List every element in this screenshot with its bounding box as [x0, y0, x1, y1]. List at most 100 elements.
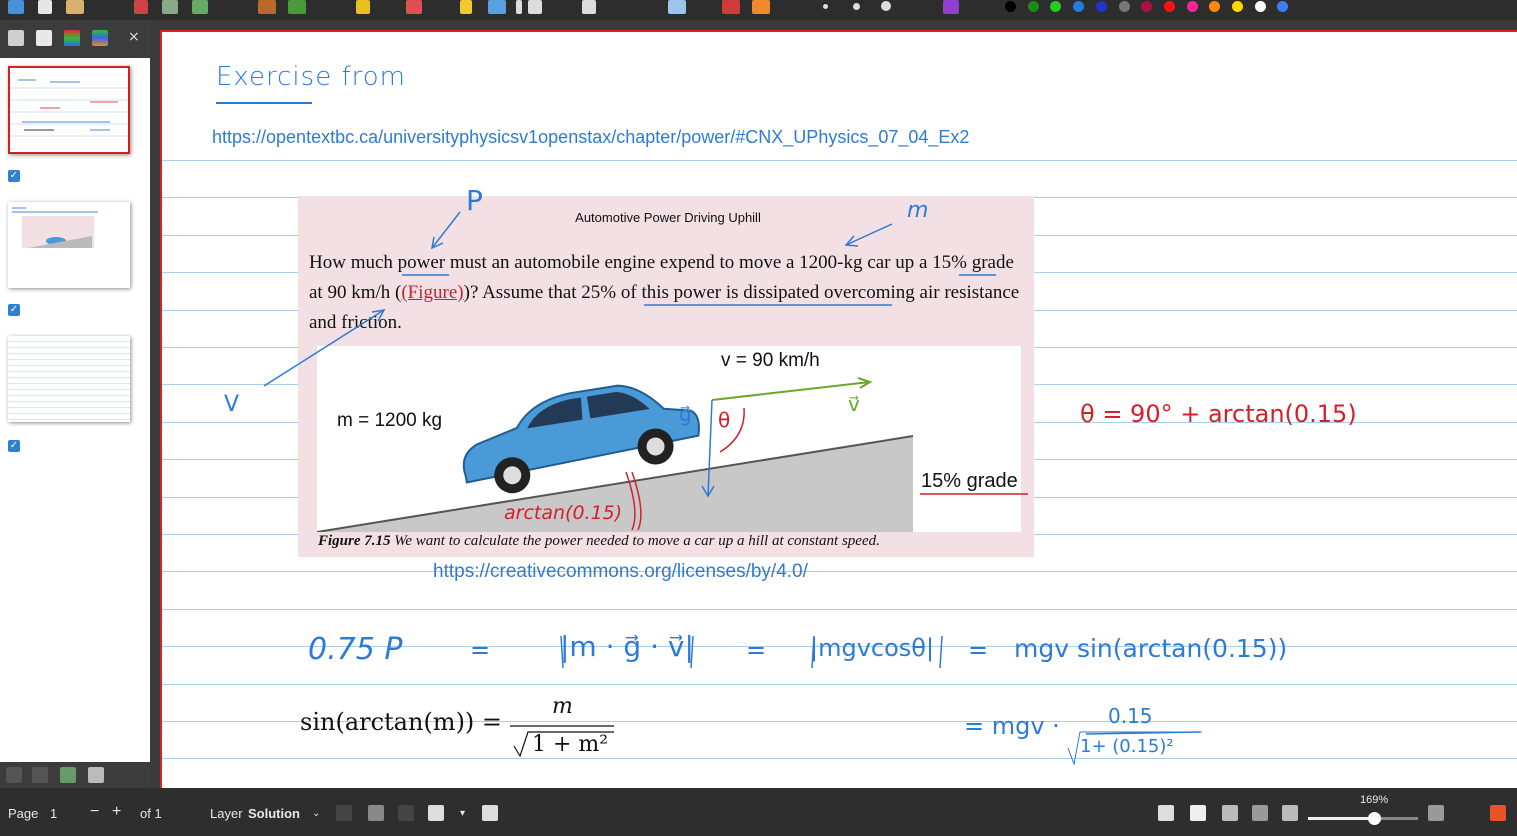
page-thumbnail-2[interactable] [8, 202, 130, 288]
redo-icon[interactable] [288, 0, 306, 14]
ruled-line [162, 609, 1517, 610]
layer-label: Layer [210, 806, 243, 821]
color-picker-icon[interactable] [943, 0, 959, 14]
p-annotation: P [466, 184, 483, 217]
zoom-page-icon[interactable] [1252, 805, 1268, 821]
source-url[interactable]: https://opentextbc.ca/universityphysicsv… [212, 127, 969, 148]
delete-page-icon[interactable] [88, 767, 104, 783]
zoom-out-icon[interactable] [1282, 805, 1298, 821]
move-page-down-icon[interactable] [32, 767, 48, 783]
pen-color-swatch[interactable] [1163, 1, 1175, 12]
license-url[interactable]: https://creativecommons.org/licenses/by/… [433, 561, 808, 583]
pen-color-swatch[interactable] [1050, 1, 1062, 12]
layer-down-icon[interactable] [398, 805, 414, 821]
car-on-incline-image: v = 90 km/h m = 1200 kg 15% grade [317, 346, 1021, 532]
ruled-line [162, 571, 1517, 572]
save-icon[interactable] [8, 0, 24, 14]
figure-caption-text: We want to calculate the power needed to… [394, 533, 880, 549]
open-icon[interactable] [66, 0, 84, 14]
page-thumbnail-1[interactable] [8, 66, 130, 154]
equation-sine: mgv sin(arctan(0.15)) [1014, 634, 1288, 663]
move-page-up-icon[interactable] [6, 767, 22, 783]
undo-icon[interactable] [258, 0, 276, 14]
two-pages-icon[interactable] [1158, 805, 1174, 821]
close-sidebar-icon[interactable]: × [128, 29, 140, 45]
shape-tool-icon[interactable] [582, 0, 596, 14]
zoom-fit-icon[interactable] [1222, 805, 1238, 821]
new-page-icon[interactable] [38, 0, 52, 14]
equation-lhs: 0.75 P [308, 632, 403, 667]
equals-sign-1: = [470, 636, 491, 664]
vertical-space-icon[interactable] [722, 0, 740, 14]
layer-stack-icon[interactable] [368, 805, 384, 821]
thick-line-icon[interactable] [881, 1, 891, 11]
copy-icon[interactable] [162, 0, 178, 14]
highlighter-tool-icon[interactable] [460, 0, 472, 14]
pen-color-swatch[interactable] [1232, 1, 1243, 12]
image-tool-icon[interactable] [488, 0, 506, 14]
page-preview-sidebar: × ✓ ✓ ✓ [0, 20, 150, 788]
paste-icon[interactable] [192, 0, 208, 14]
zoom-level-label: 169% [1360, 794, 1389, 806]
ruled-line [162, 758, 1517, 759]
zoom-slider-fill [1308, 817, 1374, 820]
heading-underline [216, 102, 312, 104]
pen-color-swatch[interactable] [1277, 1, 1289, 12]
pen-color-swatch[interactable] [1209, 1, 1221, 12]
zoom-slider-handle[interactable] [1368, 812, 1381, 825]
page-preview-tab-icon[interactable] [8, 30, 24, 46]
math-tool-icon[interactable] [528, 0, 542, 14]
page-thumbnail-1-preview [10, 79, 128, 137]
page-3-visible-checkbox[interactable]: ✓ [8, 440, 20, 452]
copy-page-icon[interactable] [60, 767, 76, 783]
fullscreen-icon[interactable] [1490, 805, 1506, 821]
hand-tool-icon[interactable] [752, 0, 770, 14]
layers-tab-icon[interactable] [64, 30, 80, 46]
arctan-annotation: arctan(0.15) [504, 502, 623, 524]
add-layer-icon[interactable] [428, 805, 444, 821]
select-rect-icon[interactable] [668, 0, 686, 14]
eraser-tool-icon[interactable] [406, 0, 422, 14]
add-layer-dropdown-icon[interactable]: ▾ [460, 808, 465, 819]
sidebar-divider[interactable] [150, 20, 160, 788]
medium-line-icon[interactable] [853, 3, 860, 10]
page-2-visible-checkbox[interactable]: ✓ [8, 304, 20, 316]
page-number-input[interactable]: 1 [50, 806, 57, 821]
layer-dropdown-icon[interactable]: ⌄ [312, 808, 320, 819]
page-1-visible-checkbox[interactable]: ✓ [8, 170, 20, 182]
pen-color-swatch[interactable] [1254, 1, 1266, 12]
text-tool-icon[interactable] [516, 0, 522, 14]
pen-color-swatch[interactable] [1073, 1, 1085, 12]
zoom-slider[interactable] [1308, 812, 1418, 825]
zoom-in-icon[interactable] [1428, 805, 1444, 821]
delete-layer-icon[interactable] [482, 805, 498, 821]
pen-color-swatch[interactable] [1005, 1, 1016, 12]
equation-dot-product: |m · g⃗ · v⃗| [560, 630, 694, 663]
page-thumbnail-3[interactable] [8, 336, 130, 422]
document-tab-icon[interactable] [36, 30, 52, 46]
car-on-incline-drawing [317, 384, 914, 532]
layer-tree-tab-icon[interactable] [92, 30, 108, 46]
page-decrement-button[interactable]: − [90, 803, 99, 821]
formula-denominator: 1 + m² [532, 732, 609, 757]
formula-lhs: sin(arctan(m)) = [300, 708, 503, 736]
pen-color-swatch[interactable] [1027, 1, 1039, 12]
pen-color-swatch[interactable] [1095, 1, 1107, 12]
layer-up-icon[interactable] [336, 805, 352, 821]
page-increment-button[interactable]: + [112, 803, 121, 821]
thin-line-icon[interactable] [823, 4, 828, 9]
pen-color-swatch[interactable] [1118, 1, 1130, 12]
notebook-page[interactable]: Exercise from https://opentextbc.ca/univ… [160, 30, 1517, 788]
pen-tool-icon[interactable] [356, 0, 370, 14]
velocity-label: v = 90 km/h [721, 350, 820, 371]
problem-statement: How much power must an automobile engine… [309, 248, 1031, 338]
cut-icon[interactable] [134, 0, 148, 14]
xournal-window: × ✓ ✓ ✓ Exercise from https://opentextbc… [0, 0, 1517, 836]
figure-link[interactable]: (Figure) [401, 282, 463, 303]
pen-color-swatch[interactable] [1141, 1, 1153, 12]
presentation-icon[interactable] [1190, 805, 1206, 821]
layer-select[interactable]: Solution [248, 806, 300, 821]
g-vector-annotation: g⃗ [679, 402, 692, 426]
pen-color-swatch[interactable] [1186, 1, 1198, 12]
exercise-heading: Exercise from [216, 62, 406, 92]
